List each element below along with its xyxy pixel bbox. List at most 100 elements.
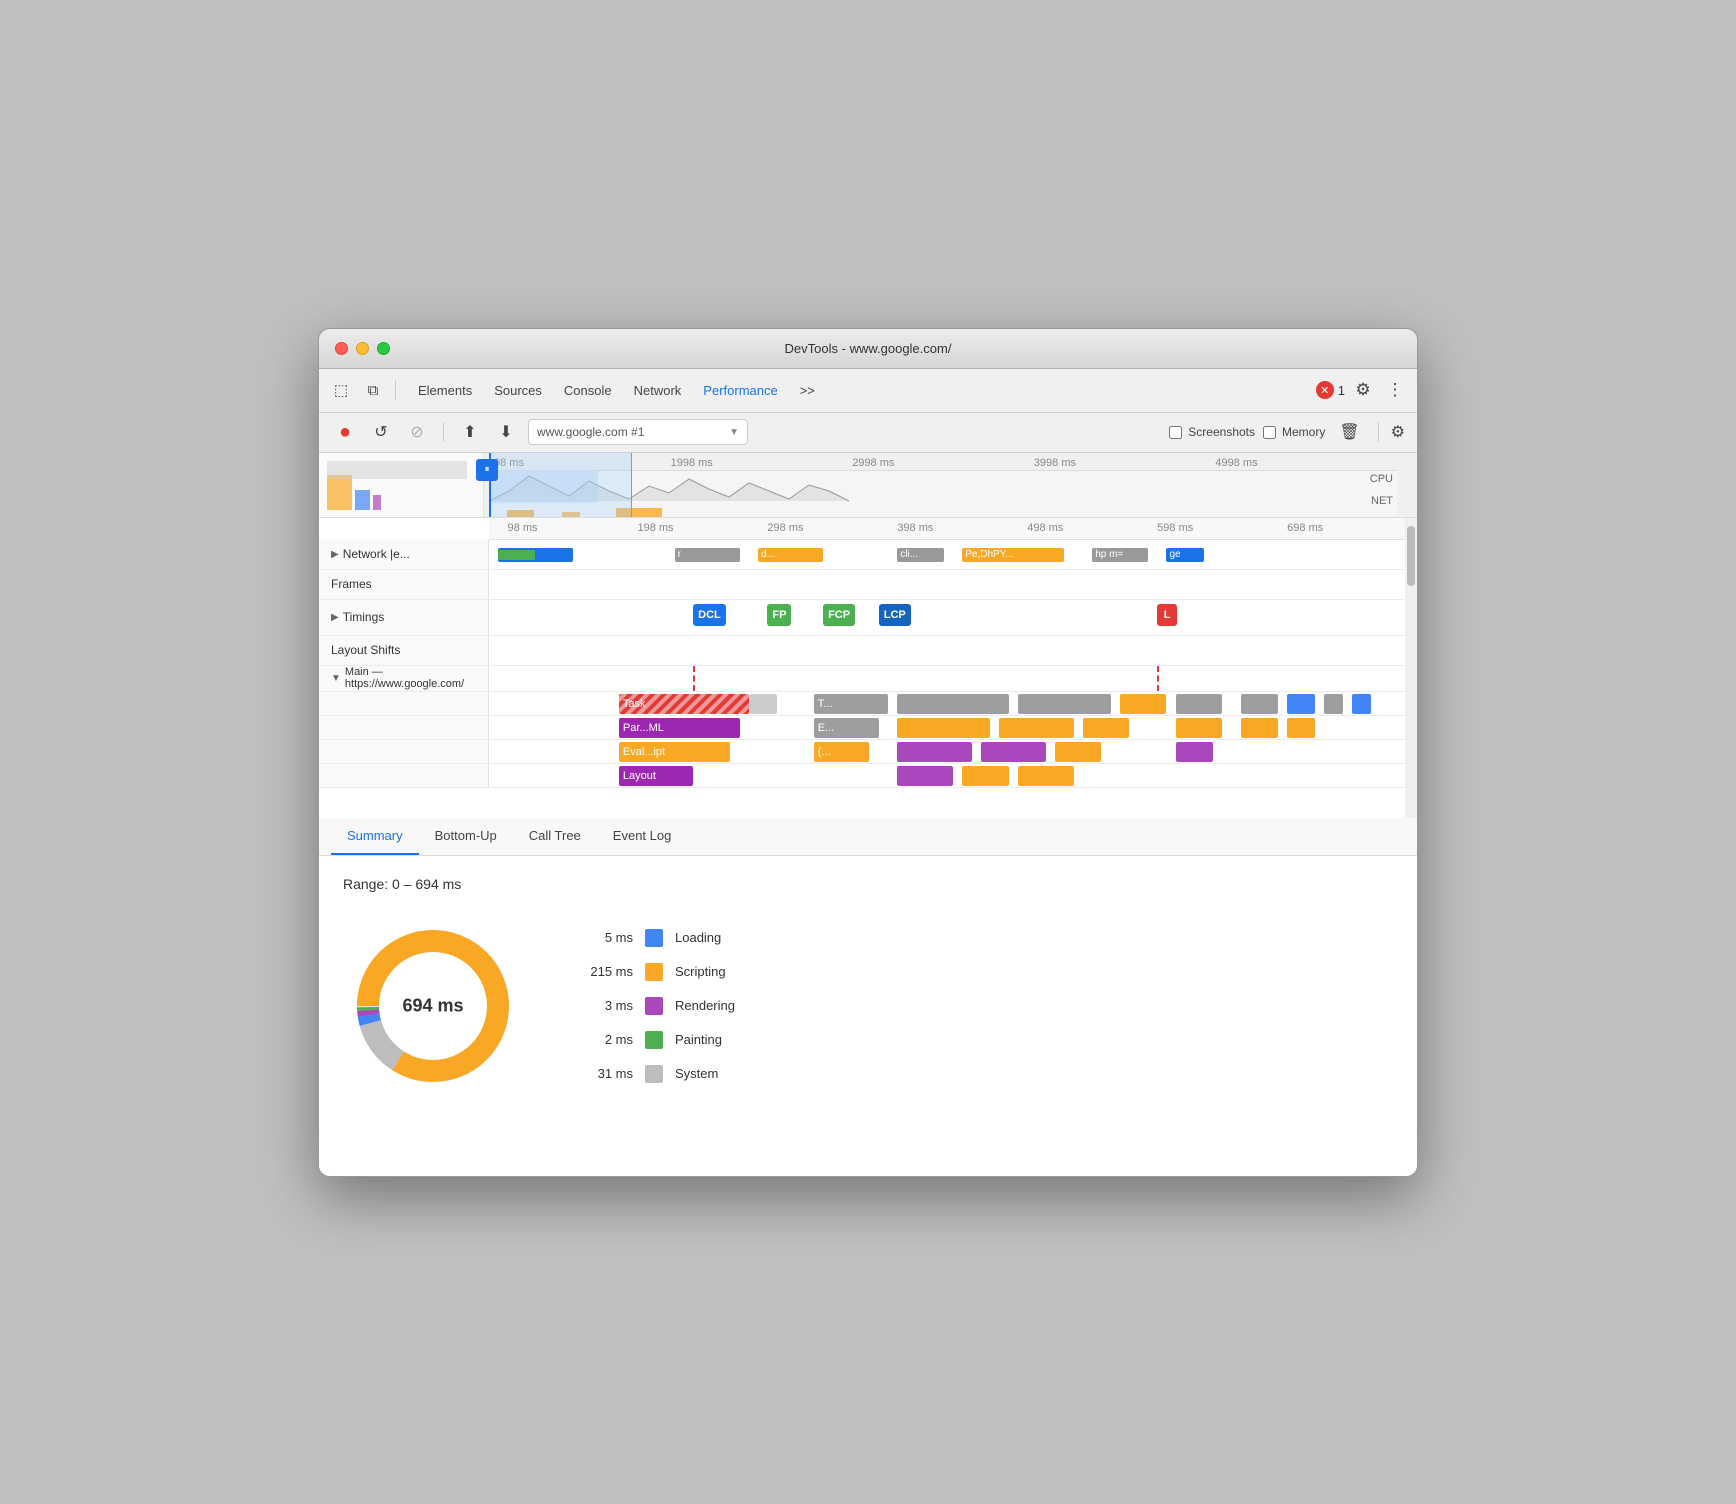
network-track-row: ▶ Network |e... r d... cli... Pe,DhPY...… (319, 540, 1417, 570)
layout-shifts-label[interactable]: Layout Shifts (319, 636, 489, 665)
legend-scripting: 215 ms Scripting (583, 963, 735, 981)
task-layout: Layout (619, 766, 693, 786)
frames-track-label[interactable]: Frames (319, 570, 489, 599)
loading-label: Loading (675, 930, 721, 945)
net-item-2 (498, 550, 535, 560)
rendering-color (645, 997, 663, 1015)
task-item-3 (1018, 694, 1111, 714)
timings-track-content: DCL FP FCP LCP L (489, 600, 1417, 635)
device-toolbar-button[interactable]: ⧉ (359, 376, 387, 404)
settings-button[interactable]: ⚙ (1349, 376, 1377, 404)
painting-label: Painting (675, 1032, 722, 1047)
perf-divider-2 (1378, 422, 1379, 442)
task-item-6 (1241, 694, 1278, 714)
layout-shifts-text: Layout Shifts (331, 643, 400, 657)
l-line (1157, 666, 1159, 691)
timings-expand-icon[interactable]: ▶ (331, 612, 339, 623)
tab-bottom-up[interactable]: Bottom-Up (419, 818, 513, 855)
overview-thumbnail (319, 453, 484, 518)
tab-performance[interactable]: Performance (693, 379, 787, 402)
task-item-1: Task (619, 694, 749, 714)
minimize-button[interactable] (356, 342, 369, 355)
nav-tabs: Elements Sources Console Network Perform… (408, 379, 788, 402)
task-layout3 (962, 766, 1008, 786)
main-header-content (489, 666, 1417, 691)
main-task-row-2: Par...ML E... (319, 716, 1417, 740)
task-item-2 (897, 694, 1008, 714)
net-item-d: d... (758, 548, 823, 562)
overview-strip[interactable]: 98 ms 1998 ms 2998 ms 3998 ms 4998 ms (319, 453, 1417, 518)
detail-tick-1: 198 ms (637, 522, 673, 534)
task-layout4 (1018, 766, 1074, 786)
record-button[interactable]: ● (331, 418, 359, 446)
main-task-row-4: Layout (319, 764, 1417, 788)
selection-range[interactable] (489, 453, 632, 518)
perf-divider-1 (443, 422, 444, 442)
painting-color (645, 1031, 663, 1049)
overview-mini-graph (327, 461, 475, 510)
screenshots-checkbox[interactable] (1169, 426, 1182, 439)
tab-sources[interactable]: Sources (484, 379, 552, 402)
more-tabs-button[interactable]: >> (796, 379, 819, 402)
more-options-button[interactable]: ⋮ (1381, 376, 1409, 404)
url-dropdown-arrow[interactable]: ▼ (729, 427, 739, 438)
range-text: Range: 0 – 694 ms (343, 876, 1393, 892)
reload-record-button[interactable]: ↺ (367, 418, 395, 446)
network-track-label[interactable]: ▶ Network |e... (319, 540, 489, 569)
inspect-element-button[interactable]: ⬚ (327, 376, 355, 404)
tab-elements[interactable]: Elements (408, 379, 482, 402)
main-task-label-1 (319, 692, 489, 715)
trash-button[interactable]: 🗑 (1333, 420, 1365, 444)
net-item-ge: ge (1166, 548, 1203, 562)
net-item-hp: hp m= (1092, 548, 1148, 562)
net-item-r: r (675, 548, 740, 562)
detail-tick-4: 498 ms (1027, 522, 1063, 534)
task-purple3 (1176, 742, 1213, 762)
task-e1: E... (814, 718, 879, 738)
task-yellow3 (1055, 742, 1101, 762)
close-button[interactable] (335, 342, 348, 355)
screenshots-group: Screenshots (1169, 425, 1255, 439)
timeline-scrollbar[interactable] (1405, 518, 1417, 818)
timings-track-label[interactable]: ▶ Timings (319, 600, 489, 635)
main-thread-label[interactable]: ▼ Main — https://www.google.com/ (319, 666, 489, 691)
overview-tick-3: 3998 ms (1034, 457, 1076, 469)
devtools-window: DevTools - www.google.com/ ⬚ ⧉ Elements … (318, 328, 1418, 1177)
tab-console[interactable]: Console (554, 379, 622, 402)
download-button[interactable]: ⬇ (492, 418, 520, 446)
main-label-text: Main — https://www.google.com/ (345, 666, 488, 690)
tab-call-tree[interactable]: Call Tree (513, 818, 597, 855)
clear-button[interactable]: ⊘ (403, 418, 431, 446)
task-e5 (1176, 718, 1222, 738)
network-expand-icon[interactable]: ▶ (331, 549, 339, 560)
main-task-content-3: Eval...ipt (... (489, 740, 1417, 763)
maximize-button[interactable] (377, 342, 390, 355)
scrollbar-thumb[interactable] (1407, 526, 1415, 586)
detail-timeline: 98 ms 198 ms 298 ms 398 ms 498 ms 598 ms… (319, 518, 1417, 818)
task-e2 (897, 718, 990, 738)
url-value: www.google.com #1 (537, 425, 727, 439)
detail-tick-0: 98 ms (508, 522, 538, 534)
url-bar: www.google.com #1 ▼ (528, 419, 748, 445)
error-count: 1 (1338, 383, 1345, 398)
pause-indicator: ⏸ (476, 459, 498, 481)
system-color (645, 1065, 663, 1083)
toolbar-divider-1 (395, 380, 396, 400)
task-layout2 (897, 766, 953, 786)
system-value: 31 ms (583, 1066, 633, 1081)
nav-toolbar: ⬚ ⧉ Elements Sources Console Network Per… (319, 369, 1417, 413)
layout-shifts-content (489, 636, 1417, 665)
dcl-badge: DCL (693, 604, 726, 626)
capture-settings-button[interactable]: ⚙ (1391, 422, 1405, 442)
main-expand-icon[interactable]: ▼ (331, 673, 341, 684)
main-task-content-4: Layout (489, 764, 1417, 787)
detail-ruler: 98 ms 198 ms 298 ms 398 ms 498 ms 598 ms… (489, 518, 1417, 540)
screenshots-label: Screenshots (1188, 425, 1255, 439)
tab-summary[interactable]: Summary (331, 818, 419, 855)
memory-checkbox[interactable] (1263, 426, 1276, 439)
painting-value: 2 ms (583, 1032, 633, 1047)
tab-event-log[interactable]: Event Log (597, 818, 688, 855)
legend-rendering: 3 ms Rendering (583, 997, 735, 1015)
tab-network[interactable]: Network (624, 379, 692, 402)
upload-button[interactable]: ⬆ (456, 418, 484, 446)
